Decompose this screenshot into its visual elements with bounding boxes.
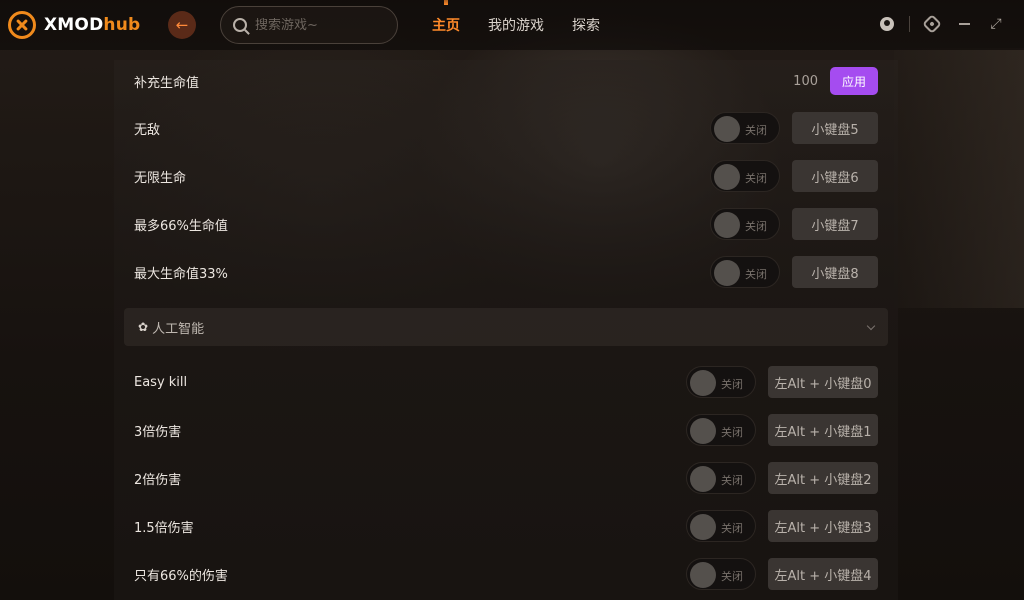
collapse-icon: ⤢ — [990, 16, 1002, 32]
cheat-row-2x-damage: 2倍伤害 关闭 左Alt + 小键盘2 — [134, 458, 878, 498]
cheat-row-refill-health: 补充生命值 100 应用 — [134, 61, 878, 101]
collapse-button[interactable]: ⤢ — [986, 14, 1006, 34]
toggle-state: 关闭 — [721, 570, 743, 583]
toggle-knob — [690, 562, 716, 588]
cheat-row-1-5x-damage: 1.5倍伤害 关闭 左Alt + 小键盘3 — [134, 506, 878, 546]
minimize-icon — [958, 23, 970, 25]
cheat-label: Easy kill — [134, 374, 188, 390]
toggle-knob — [714, 212, 740, 238]
cheat-label: 无敌 — [134, 122, 161, 138]
brand-name: XMODhub — [44, 15, 140, 35]
toggle-state: 关闭 — [745, 220, 767, 233]
cheat-label: 3倍伤害 — [134, 424, 182, 440]
toggle-knob — [714, 116, 740, 142]
cheat-label: 2倍伤害 — [134, 472, 182, 488]
user-icon — [880, 17, 894, 31]
cheat-row-max-66-health: 最多66%生命值 关闭 小键盘7 — [134, 204, 878, 244]
nav-my-games[interactable]: 我的游戏 — [488, 15, 544, 35]
main-nav: 主页 我的游戏 探索 — [432, 0, 628, 50]
cheat-row-66-damage: 只有66%的伤害 关闭 左Alt + 小键盘4 — [134, 554, 878, 594]
toggle-state: 关闭 — [745, 172, 767, 185]
nav-home[interactable]: 主页 — [432, 15, 460, 35]
section-title: 人工智能 — [152, 321, 205, 337]
toggle-knob — [690, 514, 716, 540]
cheat-label: 无限生命 — [134, 170, 187, 186]
user-button[interactable] — [877, 14, 897, 34]
cheat-label: 补充生命值 — [134, 75, 200, 91]
hotkey-button[interactable]: 小键盘5 — [792, 112, 878, 144]
cheat-toggle[interactable]: 关闭 — [686, 462, 756, 494]
chevron-down-icon — [866, 321, 876, 330]
toggle-knob — [714, 164, 740, 190]
cheats-panel: 补充生命值 100 应用 无敌 关闭 小键盘5 无限生命 关闭 小键盘6 最多6… — [114, 60, 898, 600]
cheat-row-max-health-33: 最大生命值33% 关闭 小键盘8 — [134, 252, 878, 292]
toggle-state: 关闭 — [721, 522, 743, 535]
arrow-left-icon: ← — [175, 15, 189, 34]
ai-icon: ✿ — [138, 320, 149, 334]
toggle-knob — [690, 418, 716, 444]
cheat-label: 只有66%的伤害 — [134, 568, 228, 584]
cheat-toggle[interactable]: 关闭 — [686, 366, 756, 398]
hotkey-button[interactable]: 左Alt + 小键盘2 — [768, 462, 878, 494]
cheat-toggle[interactable]: 关闭 — [710, 112, 780, 144]
toggle-state: 关闭 — [721, 426, 743, 439]
brand-name-part1: XMOD — [44, 15, 104, 35]
hotkey-button[interactable]: 小键盘7 — [792, 208, 878, 240]
cheat-row-easy-kill: Easy kill 关闭 左Alt + 小键盘0 — [134, 362, 878, 402]
cheat-label: 最大生命值33% — [134, 266, 228, 282]
logo-icon — [8, 11, 36, 39]
toggle-state: 关闭 — [721, 378, 743, 391]
cheat-toggle[interactable]: 关闭 — [686, 558, 756, 590]
hotkey-button[interactable]: 小键盘6 — [792, 160, 878, 192]
cheat-row-3x-damage: 3倍伤害 关闭 左Alt + 小键盘1 — [134, 410, 878, 450]
hotkey-button[interactable]: 左Alt + 小键盘1 — [768, 414, 878, 446]
cheat-toggle[interactable]: 关闭 — [710, 160, 780, 192]
cheat-toggle[interactable]: 关闭 — [710, 208, 780, 240]
search-input[interactable] — [255, 17, 385, 33]
cheat-toggle[interactable]: 关闭 — [686, 510, 756, 542]
toggle-knob — [690, 466, 716, 492]
app-logo[interactable]: XMODhub — [8, 11, 140, 39]
cheat-row-invincible: 无敌 关闭 小键盘5 — [134, 108, 878, 148]
cheat-label: 最多66%生命值 — [134, 218, 228, 234]
window-controls: ⤢ — [865, 14, 1006, 34]
divider — [909, 16, 910, 32]
cheat-toggle[interactable]: 关闭 — [710, 256, 780, 288]
hotkey-button[interactable]: 左Alt + 小键盘0 — [768, 366, 878, 398]
minimize-button[interactable] — [954, 14, 974, 34]
search-icon — [233, 18, 247, 32]
toggle-state: 关闭 — [721, 474, 743, 487]
apply-button[interactable]: 应用 — [830, 67, 878, 95]
toggle-state: 关闭 — [745, 124, 767, 137]
toggle-knob — [714, 260, 740, 286]
cheat-toggle[interactable]: 关闭 — [686, 414, 756, 446]
nav-explore[interactable]: 探索 — [572, 15, 600, 35]
health-value-input[interactable]: 100 — [793, 74, 818, 89]
background-art-right — [894, 48, 1024, 308]
back-button[interactable]: ← — [168, 11, 196, 39]
gear-icon — [922, 14, 942, 34]
top-bar: XMODhub ← 主页 我的游戏 探索 ⤢ — [0, 0, 1024, 50]
section-header-ai[interactable]: ✿ 人工智能 — [124, 308, 888, 346]
search-box[interactable] — [220, 6, 398, 44]
hotkey-button[interactable]: 左Alt + 小键盘3 — [768, 510, 878, 542]
brand-name-part2: hub — [103, 15, 141, 35]
cheat-row-infinite-life: 无限生命 关闭 小键盘6 — [134, 156, 878, 196]
settings-button[interactable] — [922, 14, 942, 34]
hotkey-button[interactable]: 小键盘8 — [792, 256, 878, 288]
toggle-knob — [690, 370, 716, 396]
cheat-label: 1.5倍伤害 — [134, 520, 194, 536]
hotkey-button[interactable]: 左Alt + 小键盘4 — [768, 558, 878, 590]
toggle-state: 关闭 — [745, 268, 767, 281]
